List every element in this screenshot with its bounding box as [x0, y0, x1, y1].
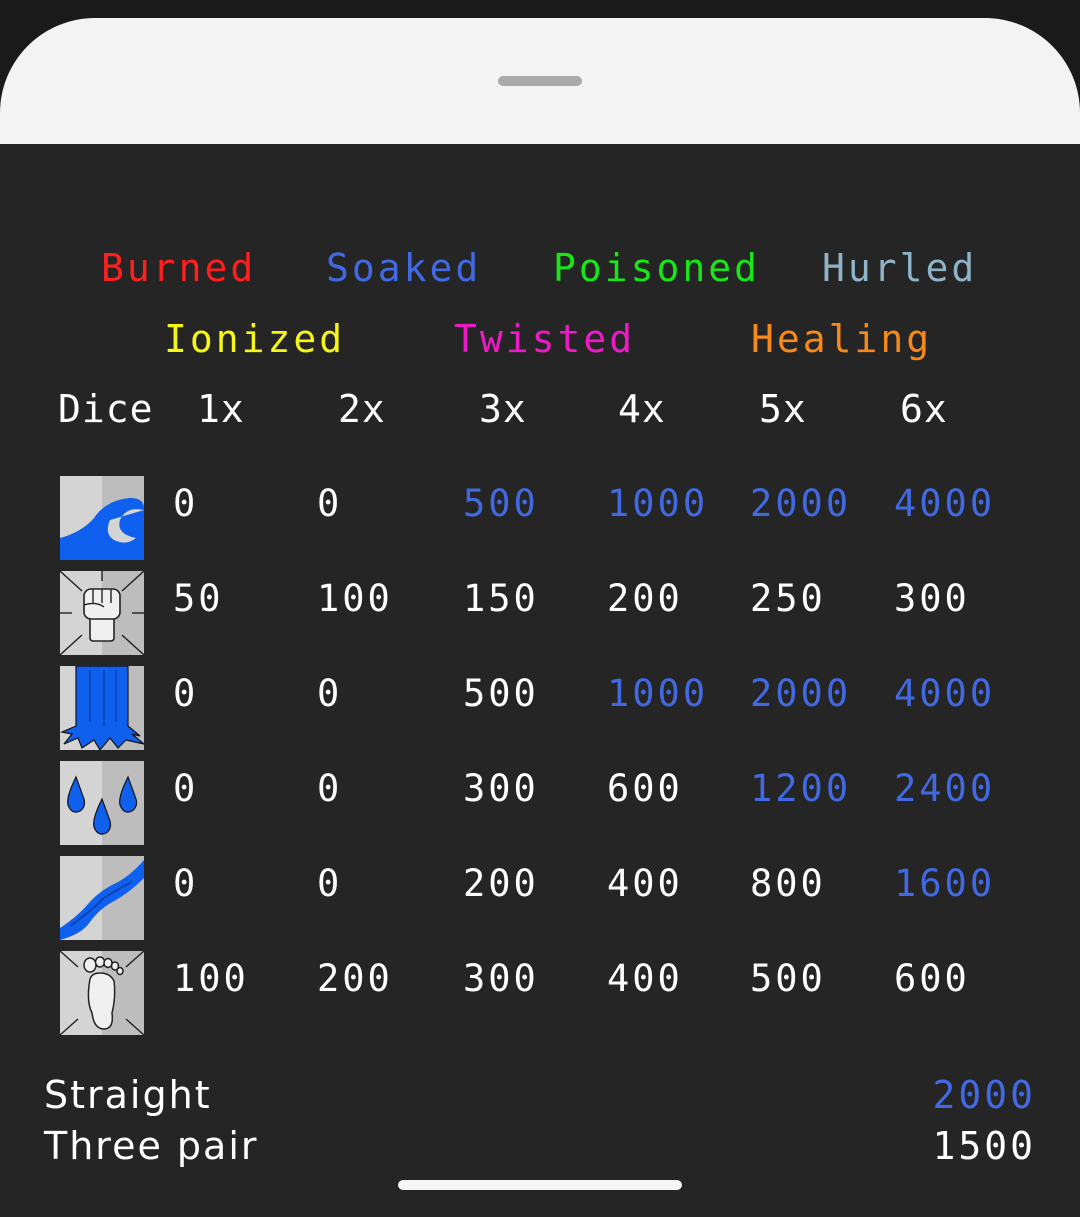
table-cell: 150 [463, 577, 539, 620]
table-cell: 1000 [607, 672, 709, 715]
river-icon [60, 856, 144, 940]
legend-ionized: Ionized [164, 317, 346, 361]
water-drops-icon [60, 761, 144, 845]
legend-hurled: Hurled [822, 246, 978, 290]
header-3x: 3x [479, 387, 527, 431]
table-cell: 0 [173, 672, 199, 715]
table-cell: 200 [463, 862, 539, 905]
legend-twisted: Twisted [454, 317, 636, 361]
table-cell: 2000 [750, 482, 852, 525]
table-cell: 600 [607, 767, 683, 810]
legend-burned: Burned [101, 246, 257, 290]
header-4x: 4x [618, 387, 666, 431]
combo-label-three-pair: Three pair [44, 1124, 259, 1168]
table-cell: 0 [317, 767, 343, 810]
table-cell: 0 [317, 672, 343, 715]
table-cell: 800 [750, 862, 826, 905]
table-cell: 600 [894, 957, 970, 1000]
waterfall-icon [60, 666, 144, 750]
table-cell: 0 [173, 482, 199, 525]
legend-healing: Healing [751, 317, 933, 361]
table-cell: 400 [607, 862, 683, 905]
table-cell: 200 [317, 957, 393, 1000]
table-cell: 300 [463, 767, 539, 810]
legend-soaked: Soaked [326, 246, 482, 290]
header-dice: Dice [58, 387, 154, 431]
wave-icon [60, 476, 144, 560]
table-cell: 300 [463, 957, 539, 1000]
table-cell: 4000 [894, 482, 996, 525]
table-cell: 0 [173, 862, 199, 905]
table-cell: 2400 [894, 767, 996, 810]
table-cell: 500 [750, 957, 826, 1000]
header-2x: 2x [338, 387, 386, 431]
table-cell: 4000 [894, 672, 996, 715]
table-cell: 400 [607, 957, 683, 1000]
table-cell: 2000 [750, 672, 852, 715]
table-cell: 300 [894, 577, 970, 620]
home-indicator[interactable] [398, 1180, 682, 1190]
table-cell: 0 [173, 767, 199, 810]
header-1x: 1x [197, 387, 245, 431]
table-cell: 0 [317, 482, 343, 525]
table-cell: 250 [750, 577, 826, 620]
header-5x: 5x [759, 387, 807, 431]
header-6x: 6x [900, 387, 948, 431]
table-cell: 50 [173, 577, 224, 620]
table-cell: 500 [463, 482, 539, 525]
table-cell: 100 [317, 577, 393, 620]
table-cell: 100 [173, 957, 249, 1000]
table-cell: 1600 [894, 862, 996, 905]
fist-icon [60, 571, 144, 655]
footprint-icon [60, 951, 144, 1035]
combo-value-straight: 2000 [932, 1073, 1036, 1117]
table-cell: 200 [607, 577, 683, 620]
table-cell: 0 [317, 862, 343, 905]
table-cell: 1200 [750, 767, 852, 810]
sheet-drag-handle[interactable] [498, 76, 582, 86]
legend-poisoned: Poisoned [553, 246, 761, 290]
table-cell: 1000 [607, 482, 709, 525]
combo-value-three-pair: 1500 [932, 1124, 1036, 1168]
table-cell: 500 [463, 672, 539, 715]
combo-label-straight: Straight [44, 1073, 212, 1117]
